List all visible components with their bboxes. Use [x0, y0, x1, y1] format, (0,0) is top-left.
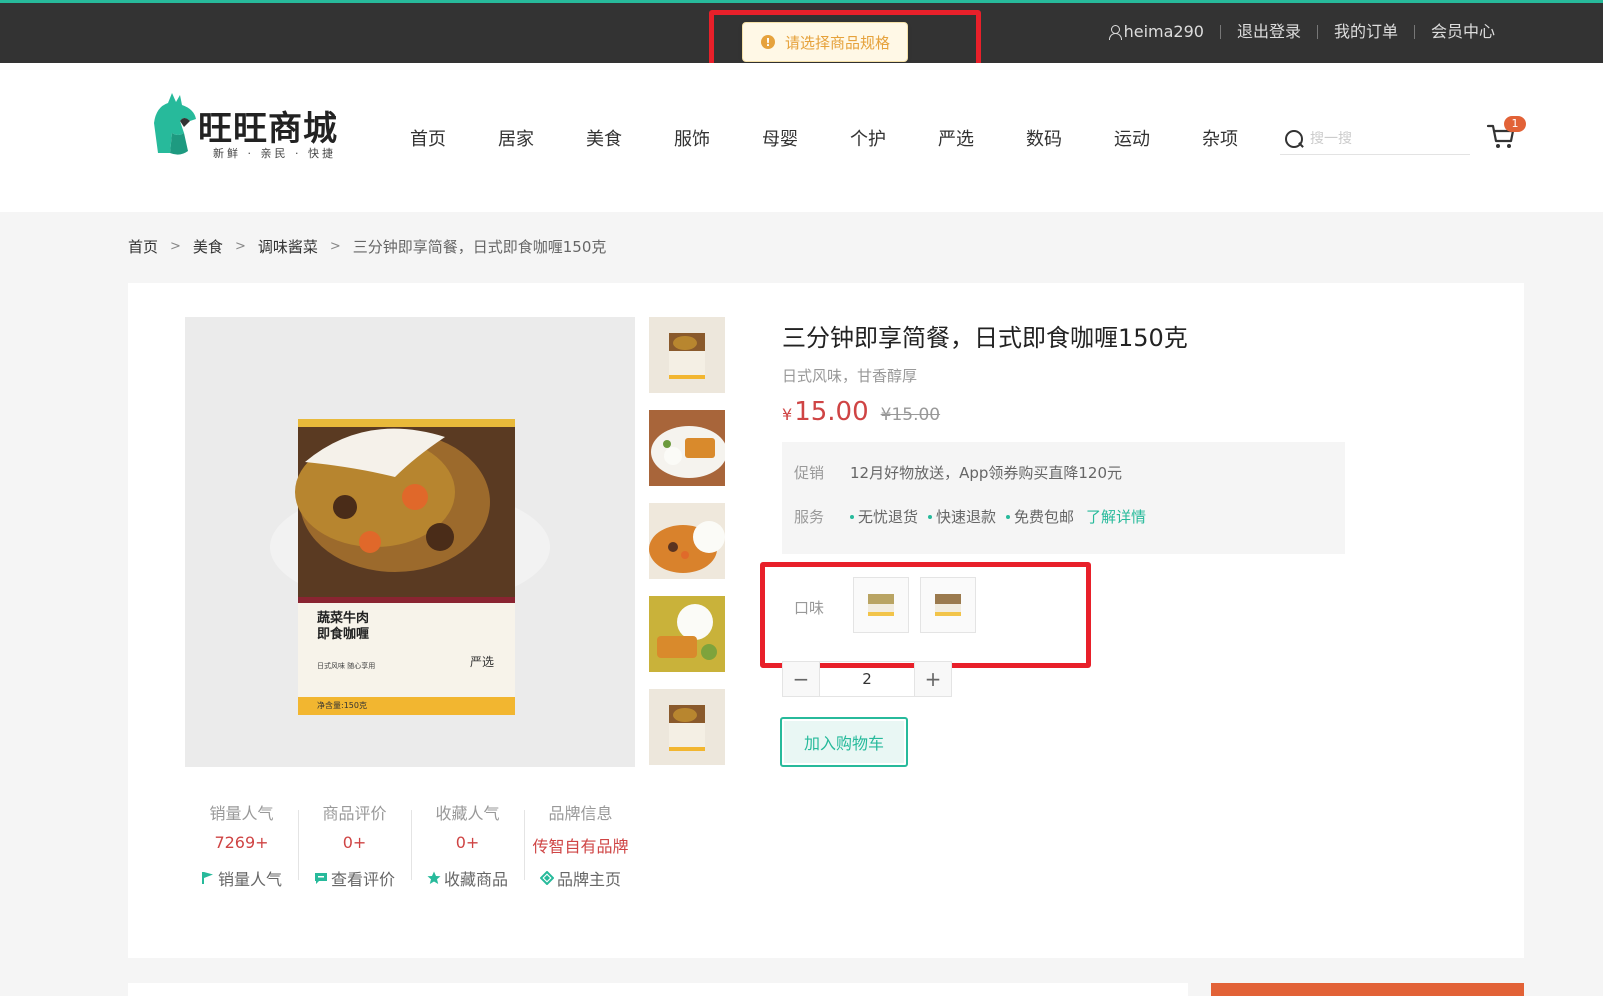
brand-icon	[539, 871, 554, 885]
nav-item-home[interactable]: 首页	[384, 125, 472, 151]
breadcrumb-separator: >	[329, 239, 341, 254]
stat-label: 销量人气	[209, 804, 274, 823]
nav-item-misc[interactable]: 杂项	[1176, 125, 1264, 151]
stat-value: 0+	[455, 833, 480, 852]
service-label: 服务	[794, 508, 825, 526]
box-name-line2: 即食咖喱	[317, 627, 370, 642]
service-item: 无忧退货	[850, 506, 918, 527]
promo-service-panel: 促销 12月好物放送，App领券购买直降120元 服务 无忧退货 快速退款 免费…	[782, 442, 1345, 554]
search-input[interactable]	[1310, 130, 1460, 147]
star-icon	[427, 871, 441, 884]
promo-text: 12月好物放送，App领券购买直降120元	[850, 464, 1123, 482]
nav-item-baby[interactable]: 母婴	[736, 125, 824, 151]
thumbnail-1[interactable]	[649, 317, 725, 393]
stat-label: 收藏人气	[435, 804, 500, 823]
quantity-stepper: − 2 +	[782, 661, 952, 697]
main-nav: 首页 居家 美食 服饰 母婴 个护 严选 数码 运动 杂项	[384, 125, 1264, 151]
increase-button[interactable]: +	[915, 662, 951, 696]
breadcrumb-food[interactable]: 美食	[193, 236, 223, 257]
stat-link-sales[interactable]: 销量人气	[185, 866, 298, 890]
breadcrumb-separator: >	[234, 239, 246, 254]
service-row: 服务 无忧退货 快速退款 免费包邮 了解详情	[794, 506, 1146, 527]
logo-icon	[154, 93, 196, 155]
stat-link-brand[interactable]: 品牌主页	[524, 866, 637, 890]
my-orders-link[interactable]: 我的订单	[1318, 21, 1414, 43]
product-subtitle: 日式风味，甘香醇厚	[782, 367, 918, 385]
breadcrumb: 首页 > 美食 > 调味酱菜 > 三分钟即享简餐，日式即食咖喱150克	[128, 236, 606, 257]
stat-value: 传智自有品牌	[532, 837, 629, 856]
box-tagline: 日式风味 随心享用	[317, 662, 376, 670]
cart-count-badge: 1	[1504, 116, 1526, 132]
promo-row: 促销 12月好物放送，App领券购买直降120元	[794, 462, 1122, 483]
nav-item-selected[interactable]: 严选	[912, 125, 1000, 151]
stat-label: 品牌信息	[548, 804, 613, 823]
stat-favorites: 收藏人气 0+ 收藏商品	[411, 800, 524, 890]
flag-icon	[201, 872, 213, 884]
stat-brand: 品牌信息 传智自有品牌 品牌主页	[524, 800, 637, 890]
thumbnail-2[interactable]	[649, 410, 725, 486]
top-links: heima290 退出登录 我的订单 会员中心	[1092, 21, 1511, 43]
logo-slogan: 新鲜 · 亲民 · 快捷	[213, 147, 336, 160]
box-name-line1: 蔬菜牛肉	[317, 611, 370, 626]
original-price: ¥15.00	[880, 405, 941, 425]
stat-label: 商品评价	[322, 804, 387, 823]
breadcrumb-current: 三分钟即享简餐，日式即食咖喱150克	[352, 238, 607, 256]
service-item: 免费包邮	[1006, 506, 1074, 527]
nav-item-apparel[interactable]: 服饰	[648, 125, 736, 151]
search-icon[interactable]	[1284, 129, 1304, 149]
stat-reviews: 商品评价 0+ 查看评价	[298, 800, 411, 890]
breadcrumb-separator: >	[170, 239, 181, 254]
breadcrumb-category[interactable]: 调味酱菜	[258, 236, 318, 257]
user-link[interactable]: heima290	[1092, 21, 1220, 43]
bullet-icon	[1006, 514, 1011, 519]
box-brand: 严选	[470, 655, 495, 669]
nav-item-personal-care[interactable]: 个护	[824, 125, 912, 151]
breadcrumb-home[interactable]: 首页	[128, 236, 158, 257]
user-icon	[1108, 24, 1122, 40]
bottom-side-panel	[1211, 983, 1524, 996]
header: 旺旺商城 新鲜 · 亲民 · 快捷 首页 居家 美食 服饰 母婴 个护 严选 数…	[0, 63, 1603, 212]
add-to-cart-button[interactable]: 加入购物车	[780, 717, 908, 767]
curry-box-illustration	[270, 419, 550, 715]
logo-text: 旺旺商城	[198, 109, 338, 149]
bottom-content-panel	[128, 983, 1188, 996]
stat-value: 7269+	[214, 833, 269, 852]
service-details-link[interactable]: 了解详情	[1086, 506, 1146, 527]
price-row: ¥15.00 ¥15.00	[782, 397, 940, 427]
promo-label: 促销	[794, 464, 825, 482]
current-price: ¥15.00	[782, 397, 869, 427]
quantity-value[interactable]: 2	[819, 662, 915, 696]
logout-link[interactable]: 退出登录	[1221, 21, 1317, 43]
member-center-link[interactable]: 会员中心	[1415, 21, 1511, 43]
main-product-image: 蔬菜牛肉 即食咖喱 日式风味 随心享用 严选 净含量:150克	[185, 317, 635, 767]
thumbnail-5[interactable]	[649, 689, 725, 765]
logo[interactable]: 旺旺商城 新鲜 · 亲民 · 快捷	[150, 93, 350, 165]
nav-item-home-living[interactable]: 居家	[472, 125, 560, 151]
nav-item-sports[interactable]: 运动	[1088, 125, 1176, 151]
thumbnail-4[interactable]	[649, 596, 725, 672]
search-bar	[1280, 123, 1470, 155]
bullet-icon	[928, 514, 933, 519]
stat-value: 0+	[342, 833, 367, 852]
bullet-icon	[850, 514, 854, 519]
stat-link-reviews[interactable]: 查看评价	[298, 866, 411, 890]
decrease-button[interactable]: −	[783, 662, 819, 696]
thumbnail-3[interactable]	[649, 503, 725, 579]
username: heima290	[1123, 22, 1204, 41]
product-stats: 销量人气 7269+ 销量人气 商品评价 0+ 查看评价 收藏人气 0+ 收藏商…	[185, 800, 637, 890]
product-title: 三分钟即享简餐，日式即食咖喱150克	[782, 324, 1188, 352]
nav-item-digital[interactable]: 数码	[1000, 125, 1088, 151]
nav-item-food[interactable]: 美食	[560, 125, 648, 151]
stat-sales: 销量人气 7269+ 销量人气	[185, 800, 298, 890]
comment-icon	[314, 873, 327, 884]
box-weight: 净含量:150克	[317, 701, 367, 710]
stat-link-favorites[interactable]: 收藏商品	[411, 866, 524, 890]
service-item: 快速退款	[928, 506, 996, 527]
highlight-box-spec	[760, 562, 1091, 668]
